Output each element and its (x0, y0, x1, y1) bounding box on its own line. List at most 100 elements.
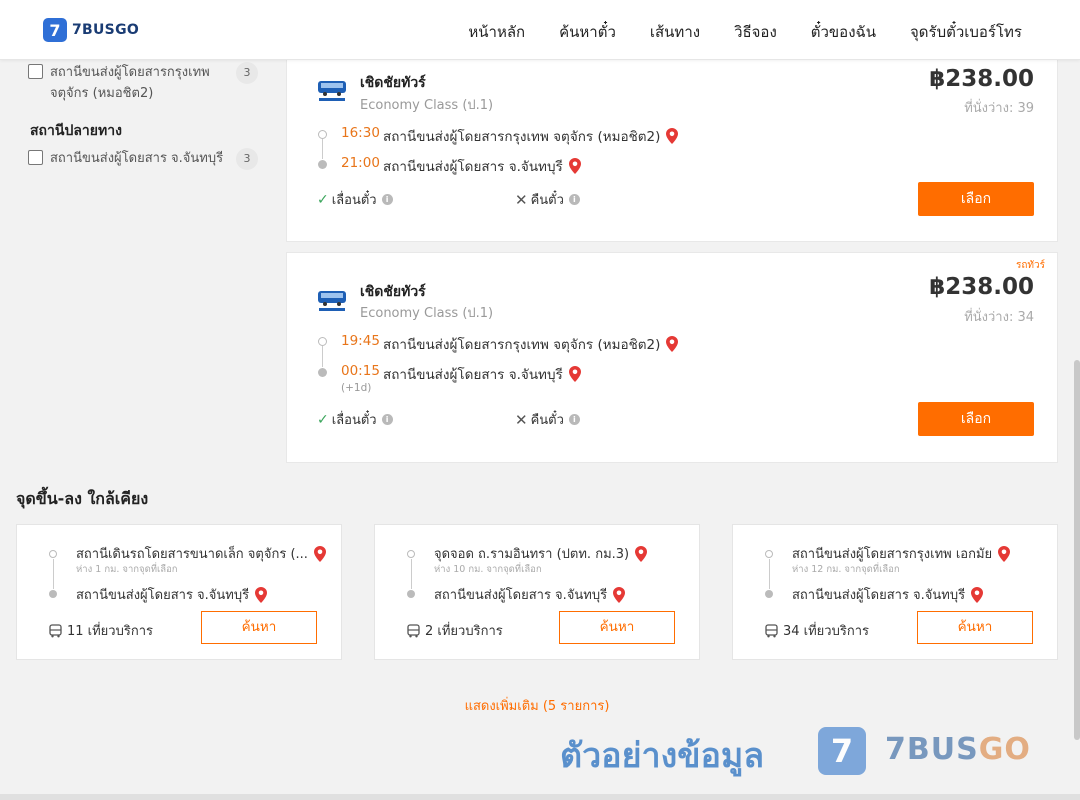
timeline-line (53, 559, 54, 589)
nearby-stop-card: สถานีขนส่งผู้โดยสารกรุงเทพ เอกมัย ห่าง 1… (732, 524, 1058, 660)
nearby-distance: ห่าง 12 กม. จากจุดที่เลือก (792, 564, 900, 575)
nearby-trip-count: 2 เที่ยวบริการ (407, 620, 503, 641)
x-icon: ✕ (515, 410, 528, 429)
timeline-start-dot (318, 130, 327, 139)
nearby-search-button[interactable]: ค้นหา (559, 611, 675, 644)
arrival-time: 00:15 (341, 363, 380, 379)
nav-my-tickets[interactable]: ตั๋วของฉัน (811, 20, 876, 44)
nav-search-tickets[interactable]: ค้นหาตั๋ว (559, 20, 616, 44)
origin-filter-checkbox[interactable] (28, 64, 43, 79)
nearby-trip-count: 11 เที่ยวบริการ (49, 620, 153, 641)
x-icon: ✕ (515, 190, 528, 209)
departure-time: 16:30 (341, 125, 380, 141)
logo-text: 7BUSGO (72, 22, 140, 38)
watermark-brand: 7BUSGO (885, 732, 1031, 767)
bus-icon (407, 623, 420, 637)
brand-logo[interactable]: 7 7BUSGO (43, 18, 139, 42)
operator-logo-icon (318, 291, 346, 311)
main-nav: หน้าหลัก ค้นหาตั๋ว เส้นทาง วิธีจอง ตั๋วข… (434, 20, 1022, 44)
nearby-search-button[interactable]: ค้นหา (201, 611, 317, 644)
map-pin-icon[interactable] (666, 336, 679, 352)
info-icon[interactable]: i (381, 194, 393, 205)
top-nav-bar: 7 7BUSGO หน้าหลัก ค้นหาตั๋ว เส้นทาง วิธี… (0, 0, 1080, 60)
arrival-stop-label: สถานีขนส่งผู้โดยสาร จ.จันทบุรี (383, 159, 563, 175)
watermark-logo-icon: 7 (818, 727, 866, 775)
departure-time: 19:45 (341, 333, 380, 349)
map-pin-icon[interactable] (998, 545, 1011, 562)
refund-policy: ✕ คืนตั๋ว i (515, 189, 580, 210)
nearby-to-stop: สถานีขนส่งผู้โดยสาร จ.จันทบุรี (434, 584, 626, 605)
nav-home[interactable]: หน้าหลัก (468, 20, 525, 44)
seats-available: ที่นั่งว่าง: 39 (964, 101, 1034, 116)
nearby-to-label: สถานีขนส่งผู้โดยสาร จ.จันทบุรี (434, 588, 608, 603)
nearby-from-label: สถานีเดินรถโดยสารขนาดเล็ก จตุจักร (... (76, 547, 308, 562)
bus-icon (49, 623, 62, 637)
info-icon[interactable]: i (568, 414, 580, 425)
nearby-search-button[interactable]: ค้นหา (917, 611, 1033, 644)
destination-filter-count: 3 (236, 148, 258, 170)
nav-ticket-pickup[interactable]: จุดรับตั๋วเบอร์โทร (910, 20, 1022, 44)
reschedule-label: เลื่อนตั๋ว (331, 413, 377, 428)
map-pin-icon[interactable] (255, 586, 268, 603)
nearby-trip-count-label: 2 เที่ยวบริการ (425, 624, 503, 639)
operator-name: เชิดชัยทัวร์ (360, 75, 426, 91)
origin-filter-option[interactable]: สถานีขนส่งผู้โดยสารกรุงเทพ จตุจักร (หมอช… (28, 62, 258, 104)
logo-mark-icon: 7 (43, 18, 67, 42)
check-icon: ✓ (317, 191, 329, 208)
refund-policy: ✕ คืนตั๋ว i (515, 409, 580, 430)
arrival-stop-label: สถานีขนส่งผู้โดยสาร จ.จันทบุรี (383, 367, 563, 383)
departure-stop-label: สถานีขนส่งผู้โดยสารกรุงเทพ จตุจักร (หมอช… (383, 337, 661, 353)
timeline-start-dot (318, 337, 327, 346)
sample-data-watermark: ตัวอย่างข้อมูล (560, 736, 765, 776)
nearby-stop-card: สถานีเดินรถโดยสารขนาดเล็ก จตุจักร (... ห… (16, 524, 342, 660)
info-icon[interactable]: i (568, 194, 580, 205)
map-pin-icon[interactable] (613, 586, 626, 603)
destination-filter-option[interactable]: สถานีขนส่งผู้โดยสาร จ.จันทบุรี 3 (28, 148, 258, 170)
arrival-stop: สถานีขนส่งผู้โดยสาร จ.จันทบุรี (383, 155, 581, 177)
operator-logo-icon (318, 81, 346, 101)
nav-routes[interactable]: เส้นทาง (650, 20, 700, 44)
next-day-indicator: (+1d) (341, 382, 372, 394)
reschedule-policy: ✓ เลื่อนตั๋ว i (317, 409, 393, 430)
departure-stop: สถานีขนส่งผู้โดยสารกรุงเทพ จตุจักร (หมอช… (383, 125, 679, 147)
departure-stop: สถานีขนส่งผู้โดยสารกรุงเทพ จตุจักร (หมอช… (383, 333, 679, 355)
nearby-distance: ห่าง 1 กม. จากจุดที่เลือก (76, 564, 178, 575)
destination-filter-checkbox[interactable] (28, 150, 43, 165)
operator-name: เชิดชัยทัวร์ (360, 284, 426, 300)
nav-how-to-book[interactable]: วิธีจอง (734, 20, 777, 44)
origin-filter-label: สถานีขนส่งผู้โดยสารกรุงเทพ จตุจักร (หมอช… (50, 65, 210, 101)
map-pin-icon[interactable] (666, 128, 679, 144)
destination-filter-heading: สถานีปลายทาง (30, 123, 122, 139)
watermark-brand-a: 7BUS (885, 732, 979, 767)
map-pin-icon[interactable] (568, 158, 581, 174)
nearby-distance: ห่าง 10 กม. จากจุดที่เลือก (434, 564, 542, 575)
page-bottom-edge (0, 794, 1080, 800)
map-pin-icon[interactable] (971, 586, 984, 603)
timeline-line (411, 559, 412, 589)
map-pin-icon[interactable] (635, 545, 648, 562)
map-pin-icon[interactable] (313, 545, 326, 562)
timeline-line (322, 139, 323, 159)
nearby-stops-heading: จุดขึ้น-ลง ใกล้เคียง (16, 489, 149, 508)
select-trip-button[interactable]: เลือก (918, 182, 1034, 216)
info-icon[interactable]: i (381, 414, 393, 425)
scrollbar-thumb[interactable] (1074, 360, 1080, 740)
origin-filter-count: 3 (236, 62, 258, 84)
timeline-end-dot (765, 590, 773, 598)
nearby-to-label: สถานีขนส่งผู้โดยสาร จ.จันทบุรี (792, 588, 966, 603)
timeline-end-dot (407, 590, 415, 598)
timeline-end-dot (318, 368, 327, 377)
trip-price: ฿238.00 (929, 66, 1034, 92)
page-scrollbar[interactable] (1074, 0, 1080, 800)
bus-icon (765, 623, 778, 637)
bus-class: Economy Class (ป.1) (360, 306, 494, 321)
select-trip-button[interactable]: เลือก (918, 402, 1034, 436)
map-pin-icon[interactable] (568, 366, 581, 382)
nearby-to-stop: สถานีขนส่งผู้โดยสาร จ.จันทบุรี (76, 584, 268, 605)
check-icon: ✓ (317, 411, 329, 428)
trip-price: ฿238.00 (929, 274, 1034, 300)
watermark-brand-b: GO (978, 732, 1031, 767)
arrival-time: 21:00 (341, 155, 380, 171)
nearby-trip-count: 34 เที่ยวบริการ (765, 620, 869, 641)
show-more-link[interactable]: แสดงเพิ่มเติม (5 รายการ) (0, 695, 1074, 716)
